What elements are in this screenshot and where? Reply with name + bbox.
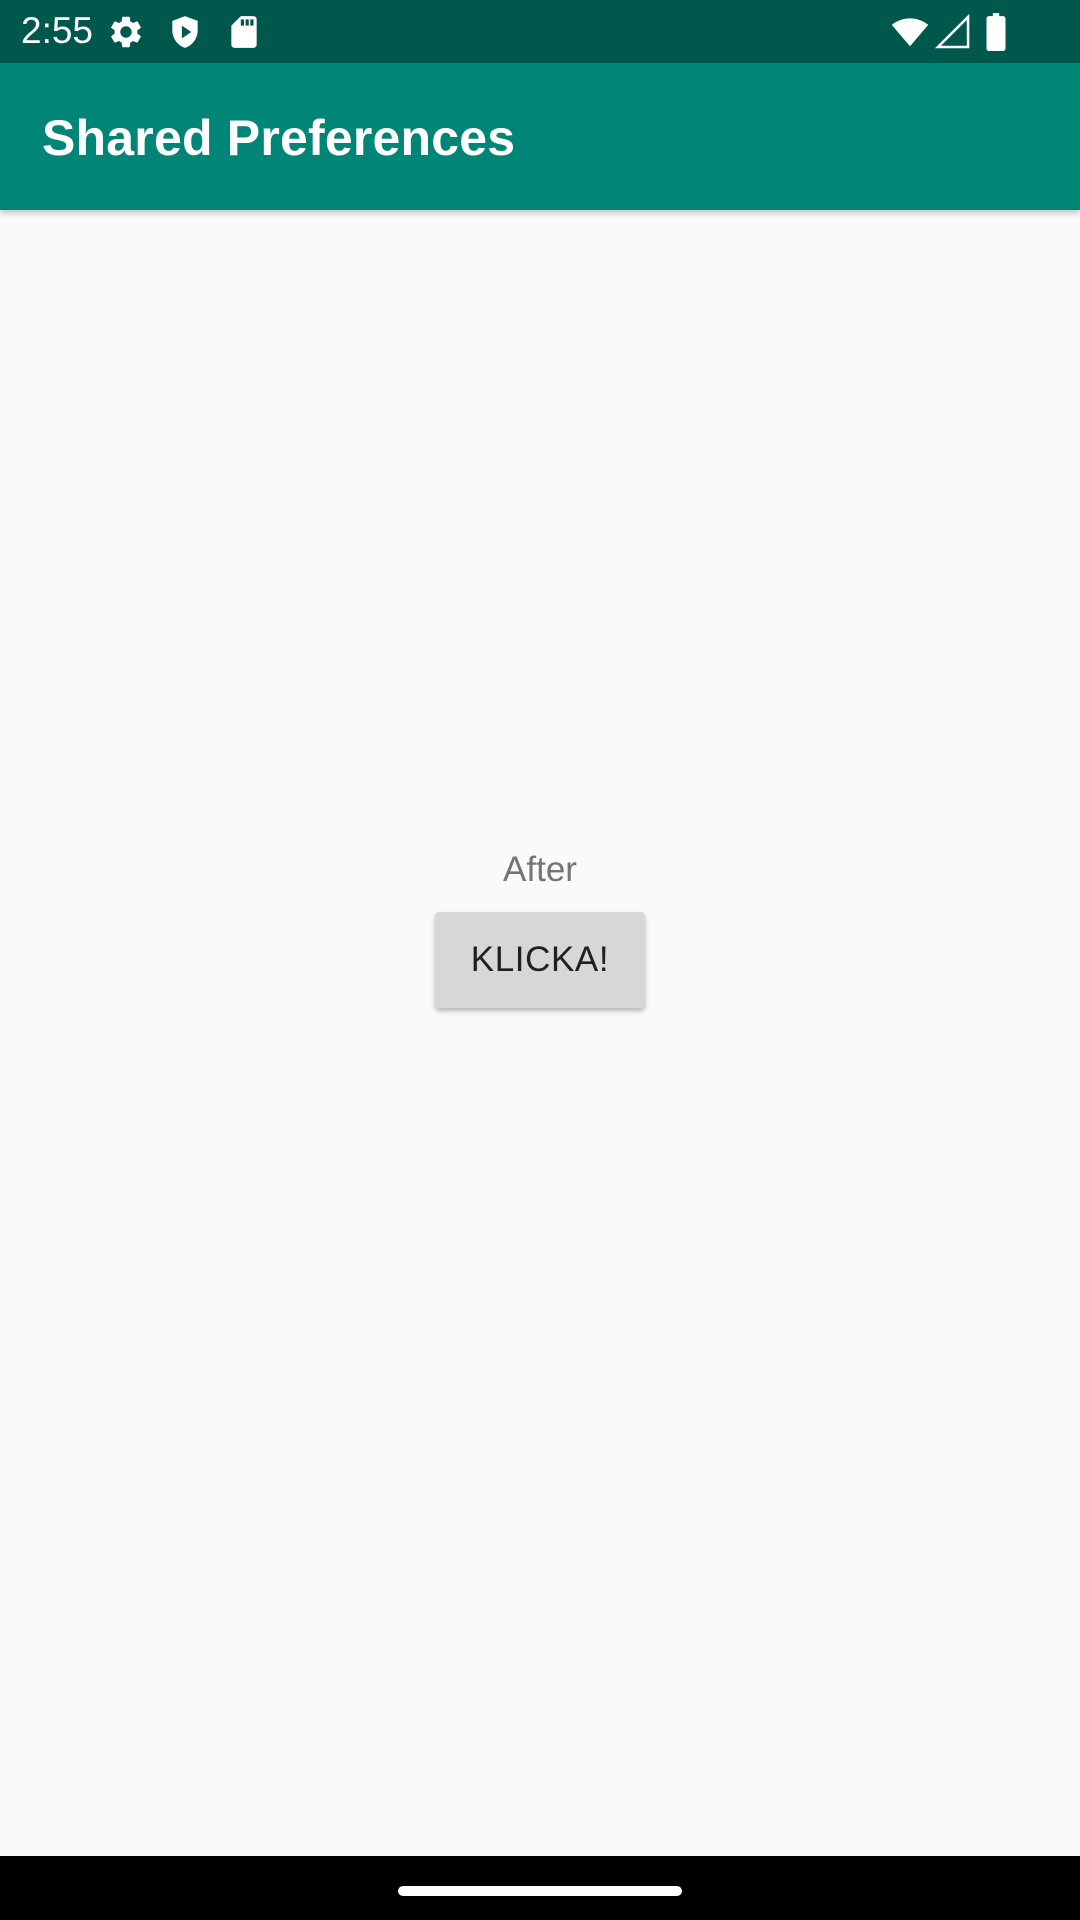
wifi-icon bbox=[890, 13, 930, 51]
cell-signal-icon bbox=[934, 13, 972, 51]
main-content: After KLICKA! bbox=[0, 210, 1080, 1856]
battery-icon bbox=[984, 13, 1008, 51]
sd-card-icon bbox=[225, 13, 263, 51]
status-time: 2:55 bbox=[21, 10, 94, 51]
app-title: Shared Preferences bbox=[42, 110, 516, 166]
status-bar: 2:55 bbox=[0, 0, 1080, 63]
after-label: After bbox=[503, 850, 577, 889]
shield-play-icon bbox=[166, 13, 204, 51]
navigation-bar bbox=[0, 1856, 1080, 1920]
settings-gear-icon bbox=[107, 13, 145, 51]
home-handle[interactable] bbox=[398, 1886, 682, 1896]
klicka-button[interactable]: KLICKA! bbox=[435, 912, 645, 1008]
app-bar: Shared Preferences bbox=[0, 63, 1080, 210]
